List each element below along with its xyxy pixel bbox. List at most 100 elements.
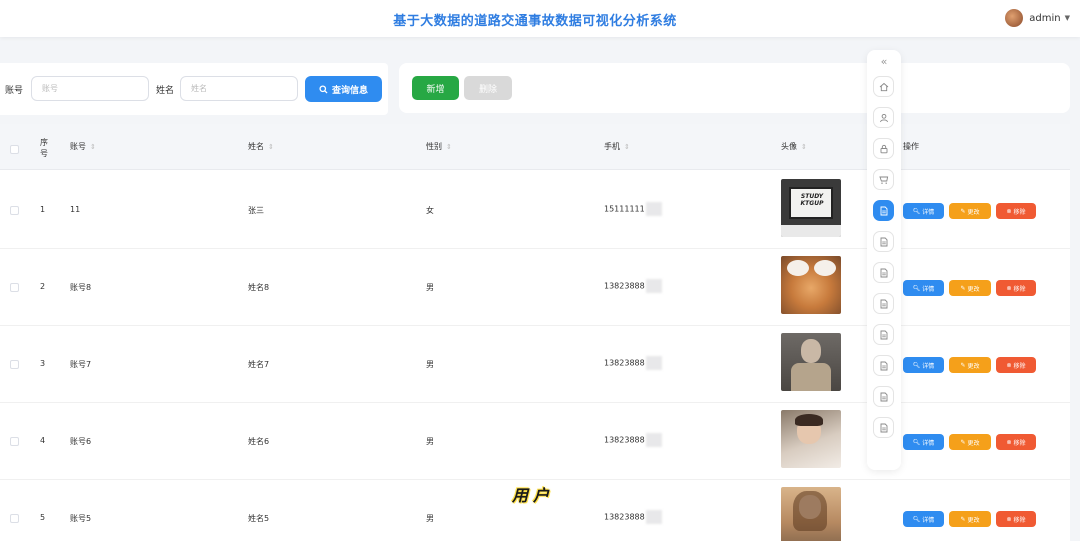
remove-button[interactable]: ⊗ 移除 [996,203,1036,219]
remove-label: 移除 [1013,516,1026,524]
detail-button[interactable]: 🔍︎ 详情 [903,280,944,296]
sort-icon[interactable]: ⇕ [90,143,96,151]
detail-label: 详情 [922,208,935,216]
search-icon: 🔍︎ [912,284,921,292]
avatar-image[interactable] [781,487,841,541]
row-checkbox[interactable] [10,437,19,446]
edit-button[interactable]: ✎ 更改 [949,434,991,450]
pencil-icon: ✎ [960,207,966,215]
user-menu[interactable]: admin ▼ [1005,9,1070,27]
search-icon: 🔍︎ [912,207,921,215]
pencil-icon: ✎ [960,284,966,292]
remove-button[interactable]: ⊗ 移除 [996,434,1036,450]
action-panel: 新增 删除 [399,63,1070,113]
cell-gender: 男 [426,283,434,292]
detail-button[interactable]: 🔍︎ 详情 [903,357,944,373]
row-checkbox[interactable] [10,360,19,369]
edit-button[interactable]: ✎ 更改 [949,357,991,373]
account-label: 账号 [5,86,24,96]
edit-button[interactable]: ✎ 更改 [949,511,991,527]
cell-phone: 13823888 [604,356,662,370]
sort-icon[interactable]: ⇕ [801,143,807,151]
sort-icon[interactable]: ⇕ [446,143,452,151]
delete-button[interactable]: 删除 [464,76,512,100]
redacted-blur [645,433,662,447]
collapse-icon[interactable]: « [877,56,891,68]
nav-document[interactable] [873,231,894,252]
nav-document[interactable] [873,324,894,345]
detail-button[interactable]: 🔍︎ 详情 [903,203,944,219]
select-all-checkbox[interactable] [10,145,19,154]
sort-icon[interactable]: ⇕ [624,143,630,151]
name-input[interactable]: 姓名 [180,76,298,101]
caret-down-icon[interactable]: ▼ [1065,14,1070,22]
document-icon [880,299,887,308]
cell-name: 姓名6 [248,437,270,446]
nav-lock[interactable] [873,138,894,159]
search-icon [319,84,328,94]
edit-button[interactable]: ✎ 更改 [949,203,991,219]
nav-home[interactable] [873,76,894,97]
header-name-label: 姓名 [248,142,264,151]
nav-document[interactable] [873,293,894,314]
query-button[interactable]: 查询信息 [305,76,382,102]
remove-label: 移除 [1013,208,1026,216]
add-button[interactable]: 新增 [412,76,459,100]
nav-document[interactable] [873,417,894,438]
avatar-image[interactable]: STUDY KTGUP [781,179,841,237]
redacted-blur [645,279,662,293]
cell-phone-value: 15111111 [604,204,645,214]
nav-document[interactable] [873,262,894,283]
edit-label: 更改 [967,208,980,216]
detail-button[interactable]: 🔍︎ 详情 [903,511,944,527]
remove-circle-icon: ⊗ [1006,515,1012,523]
top-header: 基于大数据的道路交通事故数据可视化分析系统 admin ▼ [0,0,1080,37]
nav-user[interactable] [873,107,894,128]
avatar[interactable] [1005,9,1024,27]
cell-index: 5 [40,513,46,522]
edit-label: 更改 [967,439,980,447]
avatar-image[interactable] [781,333,841,391]
search-icon: 🔍︎ [912,438,921,446]
nav-document[interactable] [873,386,894,407]
row-checkbox[interactable] [10,206,19,215]
avatar-image[interactable] [781,256,841,314]
avatar-image[interactable] [781,410,841,468]
header-phone[interactable]: 手机 ⇕ [604,141,630,152]
remove-button[interactable]: ⊗ 移除 [996,511,1036,527]
caption-overlay: 用户 [512,486,555,505]
remove-button[interactable]: ⊗ 移除 [996,357,1036,373]
header-avatar-label: 头像 [781,142,797,151]
detail-label: 详情 [922,439,935,447]
edit-label: 更改 [967,362,980,370]
nav-cart[interactable] [873,169,894,190]
pencil-icon: ✎ [960,438,966,446]
row-checkbox[interactable] [10,283,19,292]
detail-label: 详情 [922,362,935,370]
header-gender-label: 性别 [426,142,442,151]
pencil-icon: ✎ [960,361,966,369]
header-name[interactable]: 姓名 ⇕ [248,141,274,152]
header-gender[interactable]: 性别 ⇕ [426,141,452,152]
header-avatar[interactable]: 头像 ⇕ [781,141,807,152]
remove-circle-icon: ⊗ [1006,207,1012,215]
redacted-blur [645,356,662,370]
account-input[interactable]: 账号 [31,76,149,101]
edit-button[interactable]: ✎ 更改 [949,280,991,296]
table-row: 4 账号6 姓名6 男 13823888 🔍︎ 详情 ✎ 更改 ⊗ 移除 [0,403,1070,480]
remove-label: 移除 [1013,439,1026,447]
username[interactable]: admin [1029,13,1060,24]
table-row: 2 账号8 姓名8 男 13823888 🔍︎ 详情 ✎ 更改 ⊗ 移除 [0,249,1070,326]
remove-button[interactable]: ⊗ 移除 [996,280,1036,296]
row-checkbox[interactable] [10,514,19,523]
sort-icon[interactable]: ⇕ [268,143,274,151]
cell-account: 账号7 [70,360,92,369]
cell-index: 2 [40,282,46,291]
remove-circle-icon: ⊗ [1006,284,1012,292]
header-account[interactable]: 账号 ⇕ [70,141,96,152]
cell-index: 1 [40,205,46,214]
table-header: 序号 账号 ⇕ 姓名 ⇕ 性别 ⇕ 手机 ⇕ 头像 ⇕ 操作 [0,124,1070,170]
nav-document-active[interactable] [873,200,894,221]
nav-document[interactable] [873,355,894,376]
detail-button[interactable]: 🔍︎ 详情 [903,434,944,450]
